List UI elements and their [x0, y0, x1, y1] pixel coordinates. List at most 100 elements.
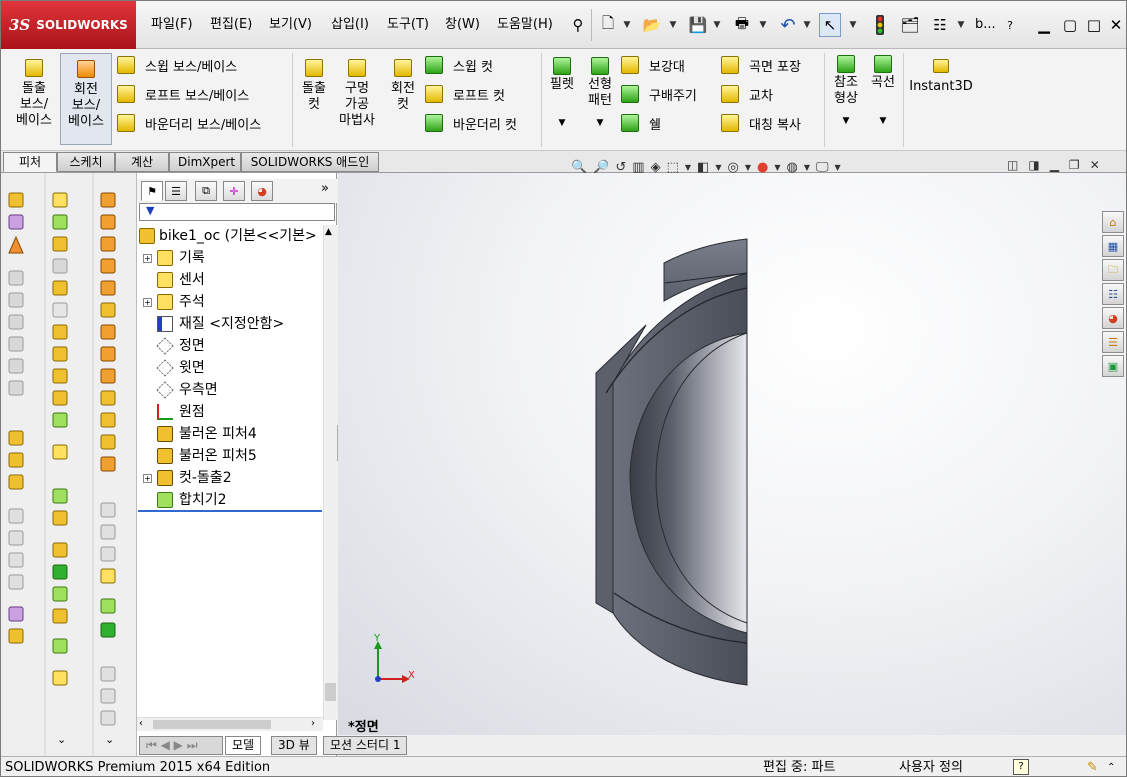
draft-button[interactable]: 구배주기 — [621, 84, 717, 104]
loft-cut-button[interactable]: 로프트 컷 — [425, 84, 537, 104]
tree-horizontal-scrollbar[interactable]: ‹ › — [137, 717, 323, 731]
chevron-down-icon[interactable]: ▼ — [715, 163, 721, 172]
maximize-icon[interactable]: □ — [1083, 13, 1105, 37]
wrap-button[interactable]: 곡면 포장 — [721, 55, 821, 75]
tree-node[interactable]: 우측면 — [137, 379, 323, 401]
chevron-up-icon[interactable]: ▲ — [325, 227, 332, 237]
curves-button[interactable]: 곡선 ▼ — [867, 55, 899, 143]
save-icon[interactable]: 💾 — [687, 13, 709, 37]
tab-sketch[interactable]: 스케치 — [57, 152, 115, 172]
tree-node[interactable]: + 기록 — [137, 247, 323, 269]
rebuild-traffic-light-icon[interactable] — [869, 13, 891, 37]
help-icon[interactable]: ? — [1013, 759, 1029, 775]
rib-button[interactable]: 보강대 — [621, 55, 717, 75]
print-icon[interactable]: 🖶 — [731, 13, 753, 37]
extrude-cut-button[interactable]: 돌출 컷 — [297, 59, 331, 139]
options-icon[interactable]: ☷ — [929, 13, 951, 37]
swept-boss-button[interactable]: 스윕 보스/베이스 — [117, 55, 287, 75]
tab-features[interactable]: 피처 — [3, 152, 57, 172]
file-properties-icon[interactable]: 🗂 — [899, 13, 921, 37]
chevron-up-icon[interactable]: ⌃ — [1107, 757, 1115, 776]
chevron-down-icon[interactable]: ▼ — [955, 13, 967, 37]
expand-panel-icon[interactable]: » — [321, 181, 329, 196]
chevron-down-icon[interactable]: ▼ — [801, 13, 813, 37]
menu-tools[interactable]: 도구(T) — [387, 15, 429, 35]
chevron-down-icon[interactable]: ▼ — [621, 13, 633, 37]
linear-pattern-button[interactable]: 선형 패턴 ▼ — [583, 57, 617, 143]
tab-3d-view[interactable]: 3D 뷰 — [271, 736, 317, 755]
tree-vertical-scrollbar[interactable]: ▲ — [323, 225, 337, 720]
loft-boss-button[interactable]: 로프트 보스/베이스 — [117, 84, 287, 104]
chevron-down-icon[interactable]: ▼ — [804, 163, 810, 172]
tree-node[interactable]: 윗면 — [137, 357, 323, 379]
revolve-cut-button[interactable]: 회전 컷 — [385, 59, 421, 139]
file-explorer-icon[interactable]: 🗀 — [1102, 259, 1124, 281]
menu-window[interactable]: 창(W) — [445, 15, 480, 35]
close-icon[interactable]: ✕ — [1105, 13, 1126, 37]
chevron-down-icon[interactable]: ▼ — [745, 163, 751, 172]
menu-edit[interactable]: 편집(E) — [210, 15, 252, 35]
open-folder-icon[interactable]: 📂 — [641, 13, 663, 37]
chevron-down-icon[interactable]: ▼ — [711, 13, 723, 37]
custom-units-text[interactable]: 사용자 정의 — [899, 757, 963, 776]
expand-toggle-icon[interactable]: + — [143, 474, 152, 483]
new-document-icon[interactable]: 🗋 — [597, 13, 619, 37]
chevron-double-down-icon[interactable]: ⌄ — [57, 733, 66, 746]
tree-node[interactable]: 원점 — [137, 401, 323, 423]
chevron-double-down-icon[interactable]: ⌄ — [105, 733, 114, 746]
scroll-thumb[interactable] — [153, 720, 271, 729]
chevron-down-icon[interactable]: ▼ — [547, 115, 577, 131]
shell-button[interactable]: 쉘 — [621, 113, 717, 133]
tree-node[interactable]: 재질 <지정안함> — [137, 313, 323, 335]
view-palette-icon[interactable]: ☷ — [1102, 283, 1124, 305]
menu-insert[interactable]: 삽입(I) — [331, 15, 369, 35]
chevron-down-icon[interactable]: ▼ — [757, 13, 769, 37]
solidworks-logo[interactable]: 3S SOLIDWORKS — [1, 1, 136, 49]
chevron-right-icon[interactable]: › — [311, 718, 315, 729]
chevron-down-icon[interactable]: ▼ — [867, 113, 899, 129]
chevron-down-icon[interactable]: ▼ — [583, 115, 617, 131]
property-manager-tab-icon[interactable]: ☰ — [165, 181, 187, 201]
menu-file[interactable]: 파일(F) — [151, 15, 193, 35]
dimxpert-tab-icon[interactable]: ✛ — [223, 181, 245, 201]
tree-node[interactable]: 센서 — [137, 269, 323, 291]
expand-toggle-icon[interactable]: + — [143, 298, 152, 307]
expand-toggle-icon[interactable]: + — [143, 254, 152, 263]
swept-cut-button[interactable]: 스윕 컷 — [425, 55, 537, 75]
chevron-down-icon[interactable]: ▼ — [774, 163, 780, 172]
tree-node[interactable]: + 주석 — [137, 291, 323, 313]
boundary-boss-button[interactable]: 바운더리 보스/베이스 — [117, 113, 287, 133]
boundary-cut-button[interactable]: 바운더리 컷 — [425, 113, 537, 133]
instant3d-button[interactable]: Instant3D — [909, 59, 973, 109]
tree-node[interactable]: 정면 — [137, 335, 323, 357]
chevron-down-icon[interactable]: ▼ — [685, 163, 691, 172]
display-manager-tab-icon[interactable]: ◕ — [251, 181, 273, 201]
tab-dimxpert[interactable]: DimXpert — [169, 152, 241, 172]
filter-field[interactable]: ▼ — [139, 203, 335, 221]
revolve-boss-button[interactable]: 회전 보스/ 베이스 — [60, 53, 112, 145]
extrude-boss-button[interactable]: 돌출 보스/ 베이스 — [9, 59, 59, 145]
undo-icon[interactable]: ↶ — [777, 13, 799, 37]
configuration-manager-tab-icon[interactable]: ⧉ — [195, 181, 217, 201]
forum-icon[interactable]: ▣ — [1102, 355, 1124, 377]
tree-node[interactable]: 불러온 피처4 — [137, 423, 323, 445]
tab-solidworks-addins[interactable]: SOLIDWORKS 애드인 — [241, 152, 379, 172]
tab-nav-arrows[interactable]: ⏮ ◀ ▶ ⏭ — [139, 736, 223, 755]
pin-icon[interactable]: ⚲ — [567, 13, 589, 37]
appearances-icon[interactable]: ◕ — [1102, 307, 1124, 329]
scroll-thumb[interactable] — [325, 683, 336, 701]
tab-evaluate[interactable]: 계산 — [115, 152, 169, 172]
tree-node[interactable]: 불러온 피처5 — [137, 445, 323, 467]
hole-wizard-button[interactable]: 구멍 가공 마법사 — [335, 59, 379, 145]
graphics-viewport[interactable]: Y X *정면 — [338, 173, 1126, 735]
design-library-icon[interactable]: ▦ — [1102, 235, 1124, 257]
menu-help[interactable]: 도움말(H) — [497, 15, 553, 35]
mirror-button[interactable]: 대칭 복사 — [721, 113, 821, 133]
reference-geometry-button[interactable]: 참조 형상 ▼ — [829, 55, 863, 143]
chevron-down-icon[interactable]: ▼ — [667, 13, 679, 37]
minimize-icon[interactable]: ▁ — [1033, 13, 1055, 37]
tree-node[interactable]: + 컷-돌출2 — [137, 467, 323, 489]
menu-view[interactable]: 보기(V) — [269, 15, 312, 35]
rebuild-pencil-icon[interactable]: ✎ — [1087, 757, 1098, 776]
tree-node[interactable]: 합치기2 — [137, 489, 323, 511]
